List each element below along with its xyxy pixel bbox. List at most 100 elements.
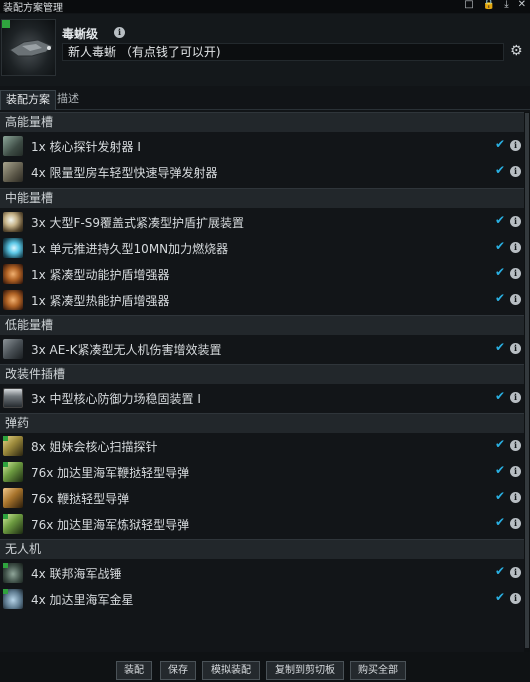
section-rig-slots[interactable]: 改装件插槽 — [0, 364, 524, 384]
check-icon: ✔ — [495, 213, 506, 227]
fitting-header: 毒蜥级 i 新人毒蜥 （有点钱了可以开) ⚙ — [0, 14, 530, 86]
section-drones[interactable]: 无人机 — [0, 539, 524, 559]
info-icon[interactable]: i — [510, 593, 521, 604]
shield-hardener-icon — [3, 264, 23, 284]
module-list: 高能量槽 1x 核心探针发射器 I ✔ i 4x 限量型房车轻型快速导弹发射器 … — [0, 112, 524, 652]
section-high-slots[interactable]: 高能量槽 — [0, 112, 524, 132]
check-icon: ✔ — [495, 437, 506, 451]
check-icon: ✔ — [495, 291, 506, 305]
buy-all-button[interactable]: 购买全部 — [350, 661, 406, 680]
check-icon: ✔ — [495, 564, 506, 578]
ship-thumbnail[interactable] — [1, 19, 56, 76]
close-icon[interactable]: ✕ — [518, 0, 526, 10]
info-icon[interactable]: i — [510, 268, 521, 279]
faction-badge — [3, 436, 8, 441]
tab-description[interactable]: 描述 — [52, 90, 84, 110]
check-icon: ✔ — [495, 163, 506, 177]
item-label: 1x 核心探针发射器 I — [31, 140, 141, 154]
check-icon: ✔ — [495, 590, 506, 604]
simulate-fit-button[interactable]: 模拟装配 — [202, 661, 260, 680]
tab-fitting[interactable]: 装配方案 — [0, 90, 56, 110]
check-icon: ✔ — [495, 265, 506, 279]
item-label: 8x 姐妹会核心扫描探针 — [31, 440, 158, 454]
section-low-slots[interactable]: 低能量槽 — [0, 315, 524, 335]
check-icon: ✔ — [495, 340, 506, 354]
check-icon: ✔ — [495, 515, 506, 529]
copy-to-clipboard-button[interactable]: 复制到剪切板 — [266, 661, 344, 680]
list-item[interactable]: 1x 核心探针发射器 I ✔ i — [0, 133, 524, 159]
window-controls: □ 🔒 ⤓ ✕ — [464, 0, 526, 10]
missile-launcher-icon — [3, 162, 23, 182]
item-label: 76x 加达里海军炼狱轻型导弹 — [31, 518, 190, 532]
ship-silhouette-icon — [9, 39, 53, 57]
check-icon: ✔ — [495, 239, 506, 253]
light-missile-icon — [3, 488, 23, 508]
collapse-icon[interactable]: ⤓ — [504, 0, 508, 10]
info-icon[interactable]: i — [510, 166, 521, 177]
save-button[interactable]: 保存 — [160, 661, 196, 680]
item-label: 3x AE-K紧凑型无人机伤害增效装置 — [31, 343, 222, 357]
list-item[interactable]: 3x 中型核心防御力场稳固装置 I ✔ i — [0, 385, 524, 411]
gear-icon[interactable]: ⚙ — [510, 43, 523, 59]
light-missile-icon — [3, 514, 23, 534]
lock-icon[interactable]: 🔒 — [483, 0, 495, 10]
list-item[interactable]: 3x 大型F-S9覆盖式紧凑型护盾扩展装置 ✔ i — [0, 209, 524, 235]
light-missile-icon — [3, 462, 23, 482]
ship-name: 毒蜥级 — [62, 27, 99, 41]
scan-probe-icon — [3, 436, 23, 456]
faction-badge — [3, 589, 8, 594]
info-icon[interactable]: i — [510, 518, 521, 529]
list-item[interactable]: 1x 紧凑型动能护盾增强器 ✔ i — [0, 261, 524, 287]
list-item[interactable]: 1x 单元推进持久型10MN加力燃烧器 ✔ i — [0, 235, 524, 261]
info-icon[interactable]: i — [510, 242, 521, 253]
tech-level-badge — [2, 20, 10, 28]
info-icon[interactable]: i — [510, 440, 521, 451]
list-item[interactable]: 76x 加达里海军鞭挞轻型导弹 ✔ i — [0, 459, 524, 485]
check-icon: ✔ — [495, 489, 506, 503]
section-charges[interactable]: 弹药 — [0, 413, 524, 433]
tab-bar: 装配方案 描述 — [0, 90, 530, 110]
info-icon[interactable]: i — [510, 216, 521, 227]
item-label: 3x 大型F-S9覆盖式紧凑型护盾扩展装置 — [31, 216, 245, 230]
list-item[interactable]: 3x AE-K紧凑型无人机伤害增效装置 ✔ i — [0, 336, 524, 362]
list-item[interactable]: 4x 加达里海军金星 ✔ i — [0, 586, 524, 612]
faction-badge — [3, 514, 8, 519]
item-label: 1x 紧凑型动能护盾增强器 — [31, 268, 170, 282]
item-label: 4x 限量型房车轻型快速导弹发射器 — [31, 166, 218, 180]
minimize-icon[interactable]: □ — [464, 0, 473, 10]
info-icon[interactable]: i — [510, 567, 521, 578]
list-item[interactable]: 8x 姐妹会核心扫描探针 ✔ i — [0, 433, 524, 459]
list-item[interactable]: 4x 联邦海军战锤 ✔ i — [0, 560, 524, 586]
faction-badge — [3, 563, 8, 568]
drone-icon — [3, 563, 23, 583]
list-item[interactable]: 76x 鞭挞轻型导弹 ✔ i — [0, 485, 524, 511]
list-item[interactable]: 1x 紧凑型热能护盾增强器 ✔ i — [0, 287, 524, 313]
window-titlebar: 装配方案管理 □ 🔒 ⤓ ✕ — [0, 0, 530, 14]
info-icon[interactable]: i — [510, 343, 521, 354]
scrollbar-thumb[interactable] — [525, 113, 529, 648]
info-icon[interactable]: i — [510, 492, 521, 503]
faction-badge — [3, 462, 8, 467]
fit-button[interactable]: 装配 — [116, 661, 152, 680]
info-icon[interactable]: i — [510, 392, 521, 403]
list-item[interactable]: 76x 加达里海军炼狱轻型导弹 ✔ i — [0, 511, 524, 537]
shield-hardener-icon — [3, 290, 23, 310]
info-icon[interactable]: i — [510, 294, 521, 305]
rig-icon — [3, 388, 23, 408]
list-item[interactable]: 4x 限量型房车轻型快速导弹发射器 ✔ i — [0, 159, 524, 185]
drone-damage-amplifier-icon — [3, 339, 23, 359]
window-title: 装配方案管理 — [3, 3, 63, 14]
ship-info-icon[interactable]: i — [114, 27, 125, 38]
fitting-name-field[interactable]: 新人毒蜥 （有点钱了可以开) — [62, 43, 504, 61]
item-label: 1x 紧凑型热能护盾增强器 — [31, 294, 170, 308]
item-label: 4x 加达里海军金星 — [31, 593, 134, 607]
drone-icon — [3, 589, 23, 609]
info-icon[interactable]: i — [510, 466, 521, 477]
item-label: 76x 加达里海军鞭挞轻型导弹 — [31, 466, 190, 480]
info-icon[interactable]: i — [510, 140, 521, 151]
probe-launcher-icon — [3, 136, 23, 156]
check-icon: ✔ — [495, 463, 506, 477]
section-mid-slots[interactable]: 中能量槽 — [0, 188, 524, 208]
footer-toolbar: 装配 保存 模拟装配 复制到剪切板 购买全部 — [0, 652, 530, 682]
check-icon: ✔ — [495, 137, 506, 151]
